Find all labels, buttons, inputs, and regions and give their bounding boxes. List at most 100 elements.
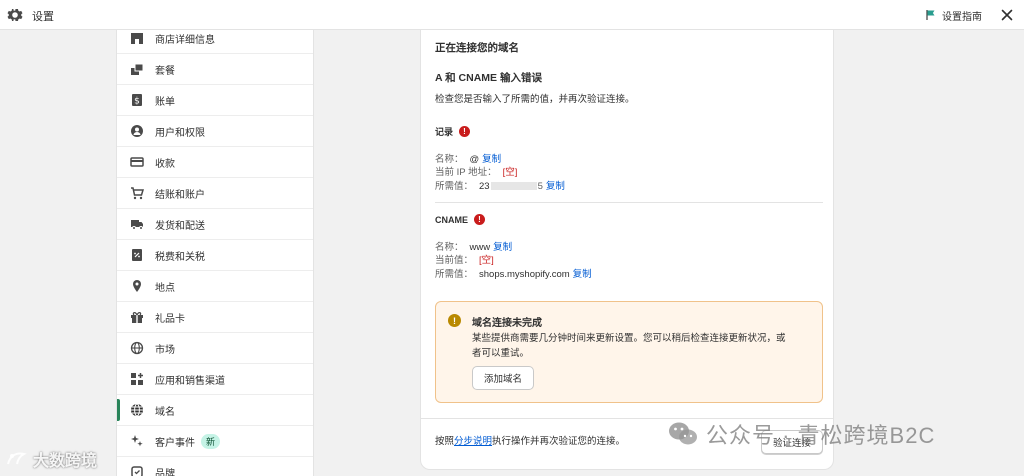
sidebar-item-plan[interactable]: 套餐 (117, 54, 313, 85)
sidebar-item-brand[interactable]: 品牌 (117, 457, 313, 476)
sidebar-item-shipping[interactable]: 发货和配送 (117, 209, 313, 240)
sidebar-item-users[interactable]: 用户和权限 (117, 116, 313, 147)
sidebar-item-label: 礼品卡 (155, 313, 185, 325)
domain-globe-icon (129, 402, 145, 418)
cname-name-row: 名称： www 复制 (435, 239, 512, 253)
error-title: A 和 CNAME 输入错误 (435, 72, 542, 84)
store-icon (129, 30, 145, 46)
setup-guide-button[interactable]: 设置指南 (925, 6, 982, 24)
footer-prefix: 按照 (435, 436, 455, 447)
sidebar-item-label: 商店详细信息 (155, 34, 215, 46)
copy-link[interactable]: 复制 (546, 181, 565, 192)
warning-banner: ! 域名连接未完成 某些提供商需要几分钟时间来更新设置。您可以稍后检查连接更新状… (435, 301, 823, 403)
sidebar-item-apps[interactable]: 应用和销售渠道 (117, 364, 313, 395)
sidebar-item-label: 域名 (155, 406, 175, 418)
watermark-right: 公众号 · 青松跨境B2C (668, 418, 935, 450)
sidebar-item-label: 收款 (155, 158, 175, 170)
sidebar-item-label: 税费和关税 (155, 251, 205, 263)
add-domain-button[interactable]: 添加域名 (472, 366, 534, 390)
cart-icon (129, 185, 145, 201)
cname-header: CNAME ! (435, 214, 485, 225)
payment-card-icon (129, 154, 145, 170)
top-bar: 设置 设置指南 (0, 0, 1024, 30)
truck-icon (129, 216, 145, 232)
user-icon (129, 123, 145, 139)
watermark-left-text: 大数跨境 (33, 453, 98, 470)
sidebar-item-label: 市场 (155, 344, 175, 356)
card-heading: 正在连接您的域名 (435, 42, 519, 54)
wechat-icon (669, 422, 697, 445)
watermark-right-text: 公众号 · 青松跨境B2C (706, 423, 936, 448)
plan-icon (129, 61, 145, 77)
copy-link[interactable]: 复制 (573, 269, 592, 280)
page-title: 设置 (32, 11, 54, 23)
a-record-title: 记录 (435, 127, 454, 137)
field-label: 当前值： (435, 255, 474, 266)
sidebar-item-label: 账单 (155, 96, 175, 108)
sidebar-item-payments[interactable]: 收款 (117, 147, 313, 178)
error-icon: ! (474, 214, 485, 225)
sidebar-item-markets[interactable]: 市场 (117, 333, 313, 364)
warning-icon: ! (448, 314, 461, 327)
field-value-start: 23 (479, 181, 490, 192)
sidebar-item-domains[interactable]: 域名 (117, 395, 313, 426)
setup-guide-label: 设置指南 (942, 11, 982, 23)
a-record-header: 记录 ! (435, 125, 471, 138)
sidebar-item-customer-events[interactable]: 客户事件 新 (117, 426, 313, 457)
a-record-name-row: 名称： @ 复制 (435, 151, 501, 165)
cname-title: CNAME (435, 214, 468, 225)
dashu-logo-icon (7, 452, 27, 465)
field-label: 所需值： (435, 181, 474, 192)
sidebar-item-checkout[interactable]: 结账和账户 (117, 178, 313, 209)
new-badge: 新 (201, 433, 221, 449)
sidebar-item-label: 结账和账户 (155, 189, 205, 201)
error-description: 检查您是否输入了所需的值，并再次验证连接。 (435, 94, 635, 105)
field-label: 所需值： (435, 269, 474, 280)
globe-icon (129, 340, 145, 356)
sidebar-item-taxes[interactable]: 税费和关税 (117, 240, 313, 271)
sidebar-item-billing[interactable]: $ 账单 (117, 85, 313, 116)
step-by-step-link[interactable]: 分步说明 (454, 436, 492, 447)
section-divider (435, 202, 823, 203)
redacted-value (490, 182, 537, 191)
cname-required-row: 所需值： shops.myshopify.com 复制 (435, 266, 592, 280)
sidebar-item-label: 发货和配送 (155, 220, 205, 232)
a-record-required-row: 所需值： 23 5 复制 (435, 178, 565, 192)
sidebar-item-locations[interactable]: 地点 (117, 271, 313, 302)
footer-instructions: 按照分步说明执行操作并再次验证您的连接。 (435, 433, 625, 447)
tax-icon (129, 247, 145, 263)
sidebar-item-label: 用户和权限 (155, 127, 205, 139)
sidebar-item-gift-cards[interactable]: 礼品卡 (117, 302, 313, 333)
location-pin-icon (129, 278, 145, 294)
close-icon[interactable] (999, 7, 1015, 23)
warning-description: 某些提供商需要几分钟时间来更新设置。您可以稍后检查连接更新状况，或者可以重试。 (472, 333, 786, 359)
a-record-current-ip-row: 当前 IP 地址： [空] (435, 164, 517, 178)
brand-icon (129, 464, 145, 476)
field-value-end: 5 (537, 181, 543, 192)
sidebar-item-label: 地点 (155, 282, 175, 294)
sparkle-icon (129, 433, 145, 449)
gift-icon (129, 309, 145, 325)
flag-icon (926, 10, 935, 20)
sidebar-item-label: 套餐 (155, 65, 175, 77)
gear-icon (7, 9, 23, 21)
watermark-left: 大数跨境 (6, 447, 97, 471)
footer-suffix: 执行操作并再次验证您的连接。 (492, 436, 626, 447)
field-label: 当前 IP 地址： (435, 167, 497, 178)
settings-sidebar: 商店详细信息 套餐 $ 账单 用户和权限 收款 结账和账户 发货和配送 税费和关… (116, 30, 314, 476)
sidebar-item-label: 应用和销售渠道 (155, 375, 225, 387)
warning-title: 域名连接未完成 (472, 318, 542, 329)
sidebar-item-label: 品牌 (155, 468, 175, 476)
cname-current-row: 当前值： [空] (435, 252, 494, 266)
error-icon: ! (459, 126, 471, 137)
field-value: shops.myshopify.com (479, 269, 570, 280)
domain-connection-card: 正在连接您的域名 A 和 CNAME 输入错误 检查您是否输入了所需的值，并再次… (420, 30, 834, 470)
sidebar-item-store-details[interactable]: 商店详细信息 (117, 30, 313, 54)
empty-value: [空] (502, 167, 518, 178)
apps-icon (129, 371, 145, 387)
empty-value: [空] (479, 255, 494, 266)
billing-icon: $ (129, 92, 145, 108)
svg-text:$: $ (134, 97, 140, 107)
sidebar-item-label: 客户事件 (155, 437, 195, 449)
copy-link[interactable]: 复制 (493, 242, 512, 253)
